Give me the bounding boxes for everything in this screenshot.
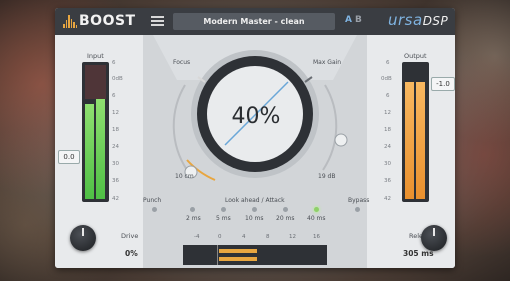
ab-button-b[interactable]: B [355, 15, 362, 25]
drive-knob[interactable] [70, 225, 96, 251]
lookahead-option[interactable]: 5 ms [216, 215, 231, 222]
lookahead-option[interactable]: 20 ms [276, 215, 295, 222]
lookahead-label: Look ahead / Attack [225, 197, 285, 204]
drive-value: 0% [125, 249, 138, 258]
maxgain-handle[interactable] [334, 133, 348, 147]
bypass-label: Bypass [348, 197, 370, 204]
gr-bar-bottom [219, 257, 257, 261]
main-dial-value: 40% [231, 104, 281, 129]
hamburger-menu-icon[interactable] [151, 16, 164, 26]
logo-waveform-icon [63, 14, 78, 28]
input-gain-value[interactable]: 0.0 [58, 150, 80, 164]
lookahead-led-10ms[interactable] [252, 207, 257, 212]
lookahead-option[interactable]: 40 ms [307, 215, 326, 222]
gain-reduction-meter [183, 245, 327, 265]
gr-zero-line [217, 245, 218, 265]
output-section: Output 6 0dB 6 12 18 24 30 36 42 -1.0 Re… [367, 35, 455, 268]
maxgain-label: Max Gain [313, 59, 342, 66]
output-meter [402, 62, 429, 202]
release-knob[interactable] [421, 225, 447, 251]
header-bar: BOOST Modern Master - clean A B ursaDSP [55, 8, 455, 35]
preset-selector[interactable]: Modern Master - clean [173, 13, 335, 30]
input-meter-left [85, 104, 94, 199]
lookahead-option[interactable]: 10 ms [245, 215, 264, 222]
lookahead-led-20ms[interactable] [283, 207, 288, 212]
gr-bar-top [219, 249, 257, 253]
brand-logo: ursaDSP [388, 11, 449, 29]
logo-text: BOOST [79, 13, 136, 29]
punch-toggle[interactable] [152, 207, 157, 212]
boost-plugin-window: BOOST Modern Master - clean A B ursaDSP … [55, 8, 455, 268]
maxgain-value: 19 dB [318, 173, 336, 180]
input-meter-right [96, 99, 105, 199]
output-meter-left [405, 82, 414, 199]
lookahead-led-2ms[interactable] [190, 207, 195, 212]
input-label: Input [87, 52, 104, 60]
output-meter-right [416, 82, 425, 199]
output-label: Output [404, 52, 427, 60]
output-gain-value[interactable]: -1.0 [431, 77, 455, 91]
lookahead-led-40ms[interactable] [314, 207, 319, 212]
ab-button-a[interactable]: A [345, 15, 352, 25]
input-meter-peak-zone [85, 65, 106, 99]
center-panel [143, 35, 367, 268]
focus-value: 10 cm [175, 173, 194, 180]
bypass-toggle[interactable] [355, 207, 360, 212]
punch-label: Punch [143, 197, 162, 204]
input-meter [82, 62, 109, 202]
input-section: Input 6 0dB 6 12 18 24 30 36 42 0.0 Driv… [55, 35, 143, 268]
focus-label: Focus [173, 59, 191, 66]
lookahead-option[interactable]: 2 ms [186, 215, 201, 222]
drive-label: Drive [121, 232, 139, 240]
lookahead-led-5ms[interactable] [221, 207, 226, 212]
